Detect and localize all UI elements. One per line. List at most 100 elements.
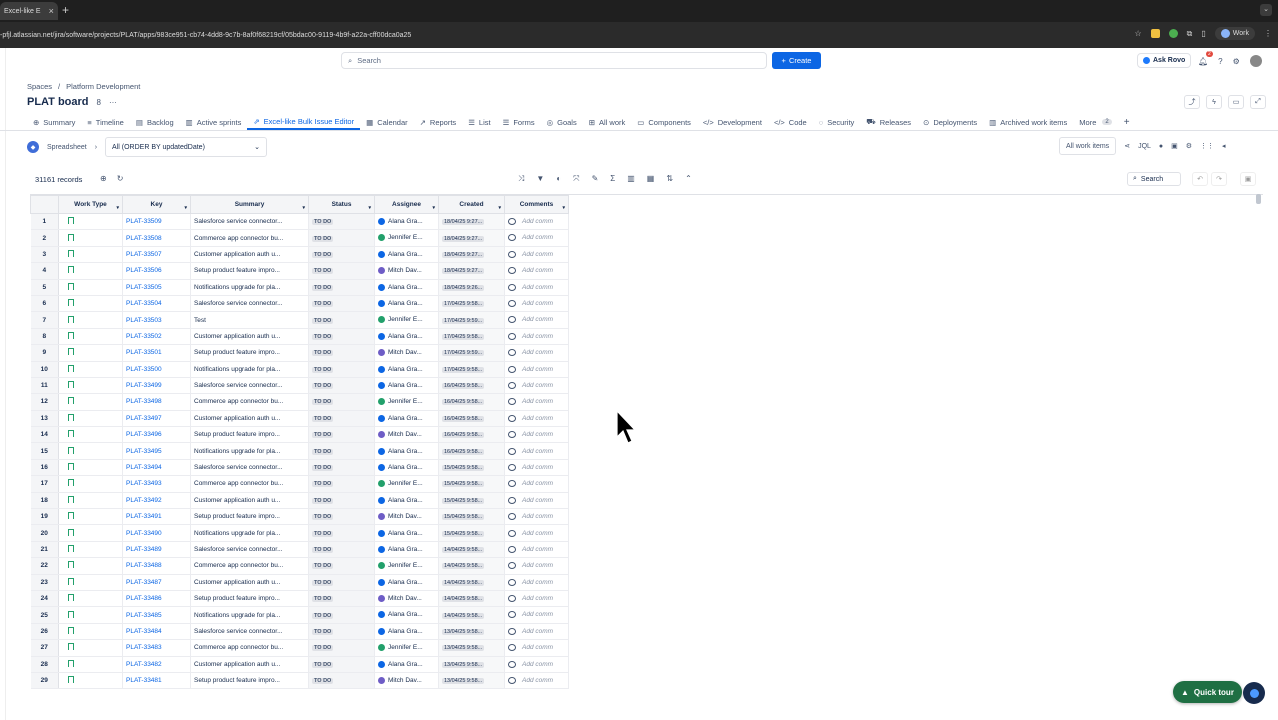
summary-cell[interactable]: Salesforce service connector... [190, 623, 309, 641]
assignee-cell[interactable]: Mitch Dav... [374, 672, 439, 690]
created-cell[interactable]: 15/04/25 9:58... [438, 459, 505, 477]
key-link[interactable]: PLAT-33496 [122, 426, 191, 444]
assignee-cell[interactable]: Alana Gra... [374, 246, 439, 264]
work-type-cell[interactable] [58, 459, 123, 477]
comments-cell[interactable]: Add comm [504, 410, 569, 428]
tab-timeline[interactable]: ≡ Timeline [81, 114, 129, 130]
status-cell[interactable]: TO DO [308, 311, 375, 329]
key-link[interactable]: PLAT-33484 [122, 623, 191, 641]
table-row[interactable]: 21 PLAT-33489 Salesforce service connector… [30, 541, 1169, 559]
work-type-cell[interactable] [58, 311, 123, 329]
column-menu-icon[interactable]: ▾ [432, 205, 435, 211]
tab-deployments[interactable]: ⊙ Deployments [917, 114, 983, 130]
work-type-cell[interactable] [58, 393, 123, 411]
column-header-key[interactable]: Key ▾ [122, 195, 191, 214]
work-type-cell[interactable] [58, 344, 123, 362]
export-icon[interactable]: ▣ [1171, 142, 1178, 150]
table-row[interactable]: 19 PLAT-33491 Setup product feature impro.… [30, 508, 1169, 526]
undo-icon[interactable]: ↶ [1192, 172, 1208, 186]
assignee-cell[interactable]: Alana Gra... [374, 295, 439, 313]
tab-forms[interactable]: ☰ Forms [497, 114, 541, 130]
status-cell[interactable]: TO DO [308, 656, 375, 673]
summary-cell[interactable]: Customer application auth u... [190, 492, 309, 510]
key-link[interactable]: PLAT-33498 [122, 393, 191, 411]
gear-icon[interactable]: ⚙ [1186, 142, 1192, 150]
table-row[interactable]: 26 PLAT-33484 Salesforce service connector… [30, 623, 1169, 641]
ask-rovo-button[interactable]: Ask Rovo [1137, 53, 1192, 68]
summary-cell[interactable]: Setup product feature impro... [190, 262, 309, 280]
assignee-cell[interactable]: Alana Gra... [374, 574, 439, 591]
work-type-cell[interactable] [58, 246, 123, 264]
comments-cell[interactable]: Add comm [504, 426, 569, 444]
status-cell[interactable]: TO DO [308, 492, 375, 510]
save-icon[interactable]: ▣ [1240, 172, 1256, 186]
column-menu-icon[interactable]: ▾ [368, 205, 371, 211]
key-link[interactable]: PLAT-33506 [122, 262, 191, 280]
table-row[interactable]: 1 PLAT-33509 Salesforce service connector.… [30, 213, 1169, 231]
table-row[interactable]: 11 PLAT-33499 Salesforce service connector… [30, 377, 1169, 395]
work-type-cell[interactable] [58, 508, 123, 526]
comments-cell[interactable]: Add comm [504, 442, 569, 460]
created-cell[interactable]: 13/04/25 9:58... [438, 623, 505, 641]
table-row[interactable]: 25 PLAT-33485 Notifications upgrade for pl… [30, 606, 1169, 624]
comments-cell[interactable]: Add comm [504, 229, 569, 247]
vertical-scrollbar[interactable] [1256, 194, 1261, 204]
key-link[interactable]: PLAT-33501 [122, 344, 191, 362]
work-type-cell[interactable] [58, 361, 123, 378]
tab-releases[interactable]: ⛟ Releases [860, 114, 917, 130]
summary-cell[interactable]: Customer application auth u... [190, 328, 309, 346]
created-cell[interactable]: 14/04/25 9:58... [438, 574, 505, 591]
status-cell[interactable]: TO DO [308, 377, 375, 395]
column-menu-icon[interactable]: ▾ [562, 205, 565, 211]
comments-cell[interactable]: Add comm [504, 295, 569, 313]
status-cell[interactable]: TO DO [308, 606, 375, 624]
share-icon[interactable]: ⋖ [1124, 142, 1130, 150]
work-type-cell[interactable] [58, 213, 123, 231]
tab-excel-like-bulk-issue-editor[interactable]: ⇗ Excel-like Bulk Issue Editor [247, 114, 361, 130]
assignee-cell[interactable]: Alana Gra... [374, 279, 439, 296]
assignee-cell[interactable]: Alana Gra... [374, 541, 439, 559]
column-menu-icon[interactable]: ▾ [302, 205, 305, 211]
comments-cell[interactable]: Add comm [504, 344, 569, 362]
status-cell[interactable]: TO DO [308, 623, 375, 641]
key-link[interactable]: PLAT-33497 [122, 410, 191, 428]
summary-cell[interactable]: Notifications upgrade for pla... [190, 442, 309, 460]
comments-cell[interactable]: Add comm [504, 262, 569, 280]
status-cell[interactable]: TO DO [308, 393, 375, 411]
color-icon[interactable]: ◐ [556, 174, 561, 184]
table-row[interactable]: 29 PLAT-33481 Setup product feature impro.… [30, 672, 1169, 690]
redo-icon[interactable]: ↷ [1211, 172, 1227, 186]
assignee-cell[interactable]: Alana Gra... [374, 410, 439, 428]
create-button[interactable]: + Create [772, 52, 821, 69]
tab-goals[interactable]: ◎ Goals [541, 114, 583, 130]
comments-cell[interactable]: Add comm [504, 213, 569, 231]
table-row[interactable]: 28 PLAT-33482 Customer application auth u.… [30, 656, 1169, 673]
summary-cell[interactable]: Customer application auth u... [190, 574, 309, 591]
status-cell[interactable]: TO DO [308, 442, 375, 460]
comments-cell[interactable]: Add comm [504, 377, 569, 395]
summary-cell[interactable]: Commerce app connector bu... [190, 557, 309, 575]
comments-cell[interactable]: Add comm [504, 606, 569, 624]
refresh-icon[interactable]: ↻ [117, 174, 124, 183]
created-cell[interactable]: 16/04/25 9:58... [438, 393, 505, 411]
assignee-cell[interactable]: Alana Gra... [374, 606, 439, 624]
comments-cell[interactable]: Add comm [504, 311, 569, 329]
comments-cell[interactable]: Add comm [504, 508, 569, 526]
expand-icon[interactable]: ⤧ [573, 174, 579, 184]
status-cell[interactable]: TO DO [308, 279, 375, 296]
comments-cell[interactable]: Add comm [504, 672, 569, 690]
work-type-cell[interactable] [58, 492, 123, 510]
table-row[interactable]: 15 PLAT-33495 Notifications upgrade for pl… [30, 442, 1169, 460]
browser-menu-icon[interactable]: ⋮ [1264, 29, 1272, 38]
key-link[interactable]: PLAT-33487 [122, 574, 191, 591]
table-row[interactable]: 5 PLAT-33505 Notifications upgrade for pla… [30, 279, 1169, 296]
created-cell[interactable]: 17/04/25 9:58... [438, 328, 505, 346]
column-menu-icon[interactable]: ▾ [116, 205, 119, 211]
work-type-cell[interactable] [58, 328, 123, 346]
status-cell[interactable]: TO DO [308, 541, 375, 559]
gear-icon[interactable]: ⚙ [1233, 57, 1240, 66]
created-cell[interactable]: 16/04/25 9:58... [438, 426, 505, 444]
tab-reports[interactable]: ↗ Reports [414, 114, 463, 130]
status-cell[interactable]: TO DO [308, 295, 375, 313]
comments-cell[interactable]: Add comm [504, 590, 569, 608]
